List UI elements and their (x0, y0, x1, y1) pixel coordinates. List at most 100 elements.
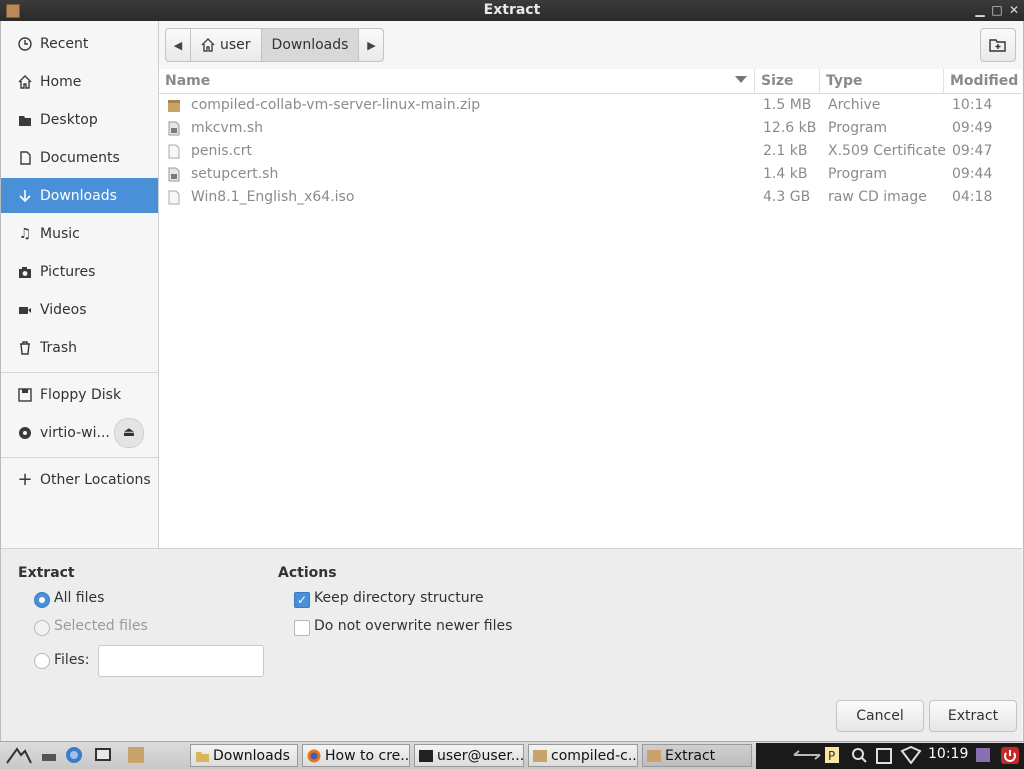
column-header-size[interactable]: Size (761, 69, 794, 93)
parcellite-icon[interactable]: P (824, 746, 840, 764)
sidebar-item-documents[interactable]: Documents (1, 140, 158, 175)
task-label: Extract (665, 747, 716, 764)
sidebar-item-label: Desktop (40, 111, 98, 128)
home-icon (201, 38, 215, 52)
keep-structure-label[interactable]: Keep directory structure (314, 590, 484, 606)
column-header-modified[interactable]: Modified (950, 69, 1018, 93)
all-files-label[interactable]: All files (54, 590, 104, 606)
keep-structure-checkbox[interactable]: ✓ (294, 592, 310, 608)
file-modified: 09:49 (952, 120, 993, 136)
terminal-icon (419, 749, 433, 762)
eject-icon[interactable]: ⏏ (114, 417, 144, 448)
all-files-radio[interactable] (34, 592, 50, 608)
file-row[interactable]: penis.crt 2.1 kB X.509 Certificate 09:47 (159, 140, 1022, 163)
path-bar: ◀ user Downloads ▶ (165, 28, 385, 62)
document-icon (17, 150, 33, 166)
column-header-type[interactable]: Type (826, 69, 863, 93)
sidebar-item-music[interactable]: ♫ Music (1, 216, 158, 251)
clipboard-icon[interactable] (874, 746, 894, 764)
file-modified: 10:14 (952, 97, 993, 113)
browser-launcher-icon[interactable] (65, 746, 83, 764)
places-sidebar: Recent Home Desktop Documents Downloads … (1, 21, 159, 548)
maximize-icon[interactable]: □ (989, 2, 1005, 18)
sidebar-item-pictures[interactable]: Pictures (1, 254, 158, 289)
selected-files-radio (34, 620, 50, 636)
sidebar-item-label: Trash (40, 339, 77, 356)
search-icon[interactable] (850, 746, 868, 764)
sidebar-item-trash[interactable]: Trash (1, 330, 158, 365)
file-icon (168, 190, 180, 205)
file-name: compiled-collab-vm-server-linux-main.zip (191, 97, 481, 113)
task-downloads[interactable]: Downloads (190, 744, 298, 767)
sidebar-item-downloads[interactable]: Downloads (1, 178, 158, 213)
sidebar-item-recent[interactable]: Recent (1, 26, 158, 61)
folder-icon (196, 751, 209, 762)
task-terminal[interactable]: user@user... (414, 744, 524, 767)
column-header-row: Name Size Type Modified (159, 69, 1022, 94)
camera-icon (17, 264, 33, 280)
task-label: user@user... (437, 747, 524, 764)
music-note-icon: ♫ (18, 225, 32, 242)
breadcrumb-user[interactable]: user (191, 28, 262, 62)
file-row[interactable]: mkcvm.sh 12.6 kB Program 09:49 (159, 117, 1022, 140)
file-size: 2.1 kB (763, 143, 808, 159)
start-menu-icon[interactable] (6, 746, 32, 764)
sidebar-item-virtio[interactable]: virtio-wi... ⏏ (1, 415, 158, 450)
shield-icon[interactable] (900, 746, 922, 764)
svg-text:P: P (828, 749, 835, 763)
breadcrumb-label: user (220, 37, 251, 53)
sidebar-item-desktop[interactable]: Desktop (1, 102, 158, 137)
path-back-button[interactable]: ◀ (165, 28, 191, 62)
file-row[interactable]: Win8.1_English_x64.iso 4.3 GB raw CD ima… (159, 186, 1022, 209)
files-pattern-radio[interactable] (34, 653, 50, 669)
column-header-name[interactable]: Name (165, 69, 210, 93)
file-row[interactable]: compiled-collab-vm-server-linux-main.zip… (159, 94, 1022, 117)
file-size: 1.4 kB (763, 166, 808, 182)
no-overwrite-checkbox[interactable] (294, 620, 310, 636)
clock-icon (17, 36, 33, 52)
sidebar-item-label: Pictures (40, 263, 96, 280)
file-type: Program (828, 120, 888, 136)
files-pattern-input[interactable] (98, 645, 264, 677)
sidebar-item-label: Other Locations (40, 471, 151, 488)
network-arrows-icon[interactable] (792, 746, 822, 764)
floppy-icon (17, 387, 33, 403)
file-name: Win8.1_English_x64.iso (191, 189, 355, 205)
firefox-icon (307, 749, 321, 762)
task-label: How to cre... (325, 747, 410, 764)
close-icon[interactable]: ✕ (1006, 2, 1022, 18)
files-pattern-label[interactable]: Files: (54, 652, 89, 668)
file-size: 12.6 kB (763, 120, 817, 136)
path-forward-button[interactable]: ▶ (359, 28, 385, 62)
file-size: 4.3 GB (763, 189, 811, 205)
taskbar: Downloads How to cre... user@user... com… (0, 741, 1024, 769)
extract-button[interactable]: Extract (929, 700, 1017, 732)
sidebar-item-videos[interactable]: Videos (1, 292, 158, 327)
file-type: Archive (828, 97, 881, 113)
terminal-launcher-icon[interactable] (94, 746, 112, 764)
sidebar-item-label: Recent (40, 35, 89, 52)
breadcrumb-downloads[interactable]: Downloads (261, 28, 360, 62)
power-icon[interactable] (1000, 746, 1020, 764)
screen-lock-icon[interactable] (974, 746, 992, 764)
no-overwrite-label[interactable]: Do not overwrite newer files (314, 618, 512, 634)
sort-arrow-icon[interactable] (735, 76, 747, 83)
task-extract[interactable]: Extract (642, 744, 752, 767)
new-folder-button[interactable] (980, 28, 1016, 62)
sidebar-item-floppy-disk[interactable]: Floppy Disk (1, 377, 158, 412)
cancel-button[interactable]: Cancel (836, 700, 924, 732)
sidebar-item-other-locations[interactable]: + Other Locations (1, 462, 158, 497)
clock[interactable]: 10:19 (928, 746, 968, 762)
sidebar-item-label: Downloads (40, 187, 117, 204)
task-archive[interactable]: compiled-c... (528, 744, 638, 767)
task-browser[interactable]: How to cre... (302, 744, 410, 767)
disc-icon (17, 425, 33, 441)
window-titlebar: Extract ▁ □ ✕ (0, 0, 1024, 21)
sidebar-item-home[interactable]: Home (1, 64, 158, 99)
sidebar-item-label: Videos (40, 301, 87, 318)
file-icon (168, 144, 180, 159)
show-desktop-icon[interactable] (40, 746, 58, 764)
minimize-icon[interactable]: ▁ (972, 2, 988, 18)
file-row[interactable]: setupcert.sh 1.4 kB Program 09:44 (159, 163, 1022, 186)
archive-launcher-icon[interactable] (127, 746, 145, 764)
